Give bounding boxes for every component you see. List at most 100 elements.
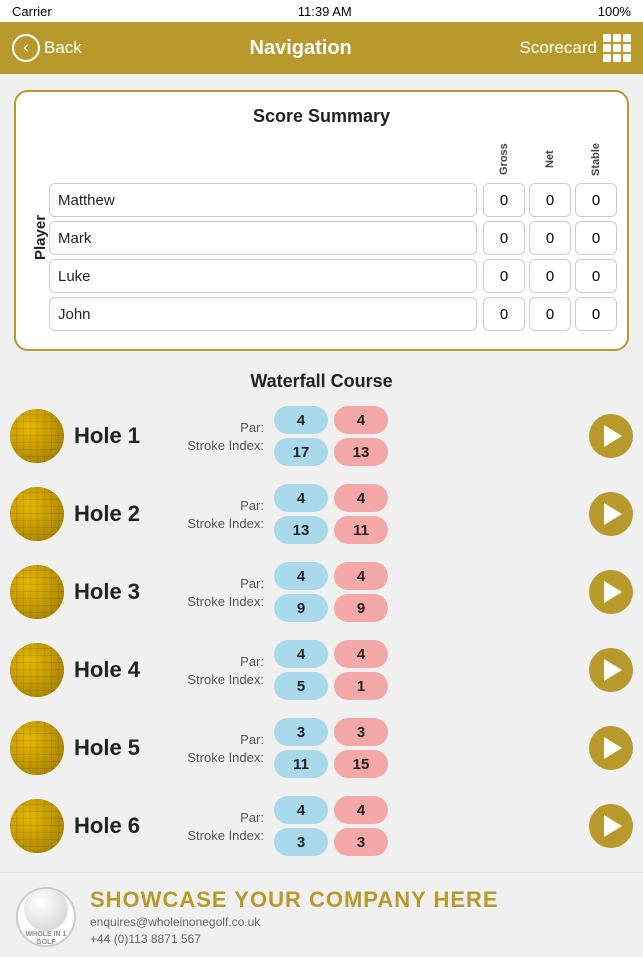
battery-label: 100% — [598, 4, 631, 19]
si-badge-blue: 13 — [274, 516, 328, 544]
hole-info: Par: Stroke Index: — [174, 576, 264, 609]
si-badge-pink: 1 — [334, 672, 388, 700]
scorecard-button[interactable]: Scorecard — [520, 34, 631, 62]
scorecard-label: Scorecard — [520, 38, 597, 58]
par-label: Par: — [240, 498, 264, 513]
hole-info: Par: Stroke Index: — [174, 654, 264, 687]
score-badges: 4 5 4 1 — [274, 640, 579, 700]
time-label: 11:39 AM — [298, 4, 352, 19]
hole-row: Hole 6 Par: Stroke Index: 4 3 4 3 — [10, 790, 633, 862]
col-header-gross: Gross — [483, 139, 525, 179]
badge-col-pink: 4 11 — [334, 484, 388, 544]
si-label: Stroke Index: — [187, 672, 264, 687]
player-gross: 0 — [483, 297, 525, 331]
si-label: Stroke Index: — [187, 828, 264, 843]
player-name-input[interactable] — [49, 183, 477, 217]
hole-info: Par: Stroke Index: — [174, 420, 264, 453]
par-badge-pink: 3 — [334, 718, 388, 746]
hole-row: Hole 5 Par: Stroke Index: 3 11 3 15 — [10, 712, 633, 784]
golf-ball-icon — [10, 409, 64, 463]
play-triangle-icon — [604, 503, 622, 525]
back-label: Back — [44, 38, 82, 58]
col-header-net: Net — [529, 139, 571, 179]
si-badge-blue: 17 — [274, 438, 328, 466]
score-badges: 4 17 4 13 — [274, 406, 579, 466]
hole-play-button[interactable] — [589, 804, 633, 848]
si-badge-pink: 11 — [334, 516, 388, 544]
par-label: Par: — [240, 732, 264, 747]
footer-logo-label: WHOLE IN 1 GOLF — [26, 931, 67, 946]
nav-header: ‹ Back Navigation Scorecard — [0, 22, 643, 74]
si-badge-pink: 9 — [334, 594, 388, 622]
hole-play-button[interactable] — [589, 648, 633, 692]
si-badge-blue: 11 — [274, 750, 328, 778]
si-badge-blue: 3 — [274, 828, 328, 856]
hole-row: Hole 2 Par: Stroke Index: 4 13 4 11 — [10, 478, 633, 550]
si-label: Stroke Index: — [187, 750, 264, 765]
si-badge-pink: 15 — [334, 750, 388, 778]
badge-col-blue: 4 5 — [274, 640, 328, 700]
badge-col-pink: 3 15 — [334, 718, 388, 778]
player-name-input[interactable] — [49, 297, 477, 331]
score-badges: 4 13 4 11 — [274, 484, 579, 544]
player-name-input[interactable] — [49, 221, 477, 255]
par-badge-pink: 4 — [334, 484, 388, 512]
player-stable: 0 — [575, 259, 617, 293]
hole-play-button[interactable] — [589, 726, 633, 770]
player-gross: 0 — [483, 259, 525, 293]
badge-col-pink: 4 1 — [334, 640, 388, 700]
hole-info: Par: Stroke Index: — [174, 810, 264, 843]
player-gross: 0 — [483, 221, 525, 255]
hole-play-button[interactable] — [589, 492, 633, 536]
player-axis-label: Player — [26, 139, 49, 335]
hole-play-button[interactable] — [589, 570, 633, 614]
play-triangle-icon — [604, 815, 622, 837]
play-triangle-icon — [604, 737, 622, 759]
par-badge-pink: 4 — [334, 796, 388, 824]
badge-col-blue: 4 17 — [274, 406, 328, 466]
golf-ball-icon — [10, 799, 64, 853]
si-badge-pink: 3 — [334, 828, 388, 856]
hole-row: Hole 1 Par: Stroke Index: 4 17 4 13 — [10, 400, 633, 472]
badge-col-pink: 4 13 — [334, 406, 388, 466]
golf-ball-icon — [10, 487, 64, 541]
hole-row: Hole 3 Par: Stroke Index: 4 9 4 9 — [10, 556, 633, 628]
player-net: 0 — [529, 183, 571, 217]
badge-col-pink: 4 9 — [334, 562, 388, 622]
score-row: 0 0 0 — [49, 297, 617, 331]
si-badge-blue: 5 — [274, 672, 328, 700]
hole-info: Par: Stroke Index: — [174, 498, 264, 531]
player-name-input[interactable] — [49, 259, 477, 293]
footer-ball-icon — [24, 887, 68, 931]
back-button[interactable]: ‹ Back — [12, 34, 82, 62]
score-summary-box: Score Summary Player Gross Net Stable — [14, 90, 629, 351]
holes-container: Hole 1 Par: Stroke Index: 4 17 4 13 — [0, 400, 643, 862]
hole-row: Hole 4 Par: Stroke Index: 4 5 4 1 — [10, 634, 633, 706]
col-header-stable: Stable — [575, 139, 617, 179]
score-table-wrapper: Player Gross Net Stable 0 0 0 — [26, 139, 617, 335]
par-label: Par: — [240, 810, 264, 825]
back-chevron-icon: ‹ — [12, 34, 40, 62]
hole-name: Hole 4 — [74, 657, 164, 683]
play-triangle-icon — [604, 659, 622, 681]
footer-phone: +44 (0)113 8871 567 — [90, 932, 627, 946]
si-label: Stroke Index: — [187, 594, 264, 609]
par-badge-pink: 4 — [334, 640, 388, 668]
hole-name: Hole 3 — [74, 579, 164, 605]
si-label: Stroke Index: — [187, 516, 264, 531]
play-triangle-icon — [604, 581, 622, 603]
badge-col-blue: 4 9 — [274, 562, 328, 622]
hole-play-button[interactable] — [589, 414, 633, 458]
badge-col-blue: 4 13 — [274, 484, 328, 544]
par-label: Par: — [240, 576, 264, 591]
si-badge-blue: 9 — [274, 594, 328, 622]
score-row: 0 0 0 — [49, 183, 617, 217]
status-bar: Carrier 11:39 AM 100% — [0, 0, 643, 22]
par-badge-blue: 4 — [274, 640, 328, 668]
score-badges: 4 3 4 3 — [274, 796, 579, 856]
badge-col-blue: 4 3 — [274, 796, 328, 856]
player-stable: 0 — [575, 297, 617, 331]
player-stable: 0 — [575, 221, 617, 255]
par-badge-blue: 3 — [274, 718, 328, 746]
par-badge-blue: 4 — [274, 484, 328, 512]
